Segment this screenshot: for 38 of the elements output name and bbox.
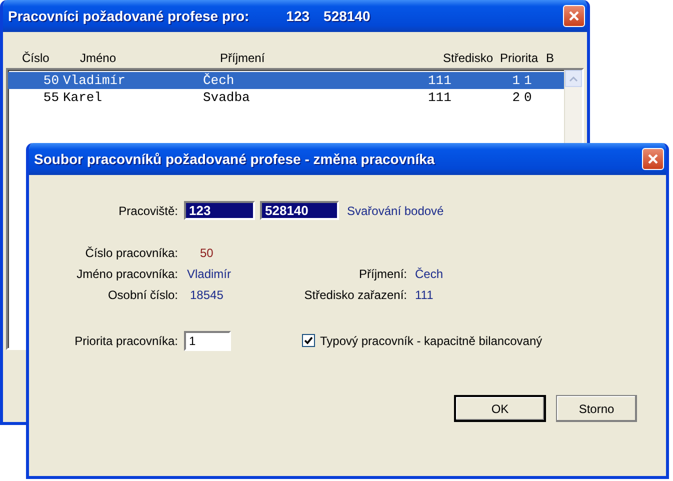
workplace-number-field: 528140 <box>260 201 339 220</box>
field-label: Pracoviště: <box>118 204 178 218</box>
field-label: Příjmení: <box>358 266 407 280</box>
close-button[interactable] <box>563 5 585 27</box>
field-label: Jméno pracovníka: <box>76 266 178 280</box>
workplace-code-field: 123 <box>184 201 255 220</box>
checkmark-icon <box>304 336 313 345</box>
column-header[interactable]: Číslo <box>6 51 50 65</box>
field-label: Priorita pracovníka: <box>74 334 178 348</box>
field-label: Středisko zařazení: <box>303 288 407 302</box>
title-code: 528140 <box>324 8 370 24</box>
window-title: Pracovníci požadované profese pro: <box>8 8 250 24</box>
checkbox-label[interactable]: Typový pracovník - kapacitně bilancovaný <box>320 334 542 348</box>
cancel-button[interactable]: Storno <box>556 395 637 422</box>
checkbox[interactable] <box>302 334 315 347</box>
dialog-title: Soubor pracovníků požadované profese - změna pracovníka <box>34 151 435 167</box>
column-header[interactable]: Příjmení <box>220 51 265 65</box>
column-header[interactable]: Jméno <box>80 51 116 65</box>
column-header[interactable]: Priorita <box>500 51 538 65</box>
list-row[interactable]: 55 Karel Svadba 111 2 0 <box>8 89 564 106</box>
field-label: Osobní číslo: <box>106 288 178 302</box>
column-header[interactable]: Středisko <box>443 51 494 65</box>
list-row[interactable]: 50 Vladimír Čech 111 1 1 <box>8 72 564 89</box>
field-value: 50 <box>200 246 214 260</box>
field-value: 111 <box>415 288 434 302</box>
field-value: Vladimír <box>187 266 232 280</box>
ok-button[interactable]: OK <box>454 395 546 422</box>
close-button[interactable] <box>642 148 664 170</box>
priority-field[interactable]: 1 <box>184 330 231 350</box>
workplace-name: Svařování bodové <box>347 204 444 218</box>
field-label: Číslo pracovníka: <box>84 246 178 260</box>
chevron-up-icon <box>569 76 578 82</box>
field-value: 18545 <box>190 288 224 302</box>
column-header[interactable]: B <box>546 51 554 65</box>
field-value: Čech <box>415 266 444 280</box>
close-icon <box>569 11 579 21</box>
close-icon <box>648 154 658 164</box>
title-code: 123 <box>286 8 310 24</box>
